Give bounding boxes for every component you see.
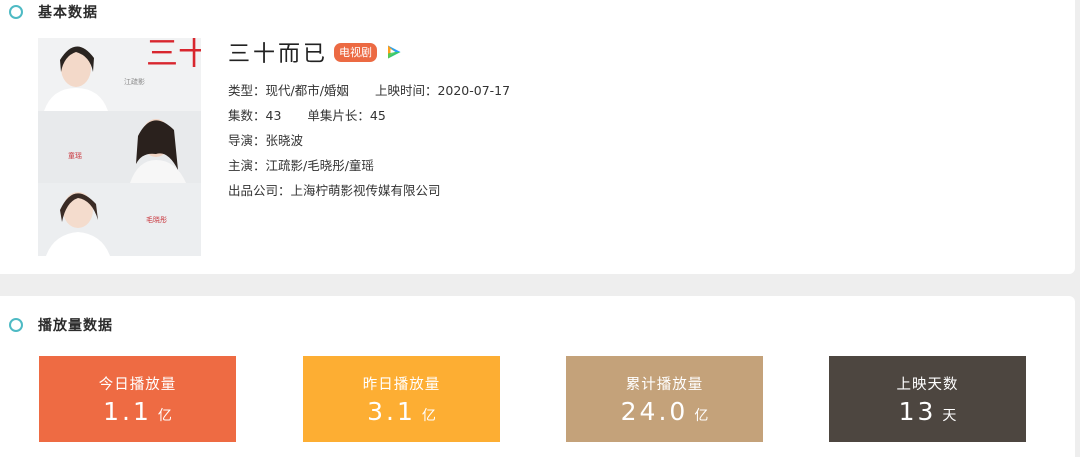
stat-value: 13 bbox=[898, 397, 937, 426]
stat-value: 1.1 bbox=[103, 397, 152, 426]
section-title: 播放量数据 bbox=[38, 318, 113, 334]
stat-label: 昨日播放量 bbox=[362, 377, 441, 393]
stat-unit: 亿 bbox=[157, 408, 172, 424]
info-row-genre-release: 类型：现代/都市/婚姻 上映时间：2020-07-17 bbox=[228, 78, 510, 103]
info-row-episodes: 集数：43 单集片长：45 bbox=[228, 103, 510, 128]
drama-title: 三十而已 bbox=[228, 42, 329, 67]
stat-card-yesterday[interactable]: 昨日播放量 3.1 亿 bbox=[303, 356, 500, 442]
director-text: 导演：张晓波 bbox=[228, 133, 304, 148]
info-row-director: 导演：张晓波 bbox=[228, 128, 510, 153]
stat-label: 上映天数 bbox=[896, 377, 959, 393]
stat-unit: 天 bbox=[942, 408, 957, 424]
stat-value: 24.0 bbox=[620, 397, 689, 426]
tencent-video-play-icon[interactable] bbox=[386, 44, 402, 60]
production-company-text: 出品公司：上海柠萌影视传媒有限公司 bbox=[228, 183, 441, 198]
stat-label: 今日播放量 bbox=[98, 377, 177, 393]
drama-info-list: 类型：现代/都市/婚姻 上映时间：2020-07-17 集数：43 单集片长：45 … bbox=[228, 78, 510, 203]
title-row: 三十而已 电视剧 bbox=[228, 36, 402, 68]
drama-poster[interactable]: 三十而已 江疏影 童瑶 毛晓彤 bbox=[38, 38, 201, 256]
genre-text: 类型：现代/都市/婚姻 bbox=[228, 83, 349, 98]
stat-label: 累计播放量 bbox=[625, 377, 704, 393]
stat-unit: 亿 bbox=[694, 408, 709, 424]
ring-icon bbox=[9, 5, 23, 19]
play-count-header: 播放量数据 bbox=[9, 316, 113, 334]
episodes-text: 集数：43 bbox=[228, 108, 282, 123]
cast-text: 主演：江疏影/毛晓彤/童瑶 bbox=[228, 158, 374, 173]
poster-name-3: 毛晓彤 bbox=[146, 215, 167, 224]
stat-value: 3.1 bbox=[367, 397, 416, 426]
stat-card-total[interactable]: 累计播放量 24.0 亿 bbox=[566, 356, 763, 442]
info-row-company: 出品公司：上海柠萌影视传媒有限公司 bbox=[228, 178, 510, 203]
stat-card-today[interactable]: 今日播放量 1.1 亿 bbox=[39, 356, 236, 442]
poster-name-2: 童瑶 bbox=[68, 151, 82, 160]
play-count-panel: 播放量数据 今日播放量 1.1 亿 昨日播放量 3.1 亿 累计播放量 24.0… bbox=[0, 296, 1075, 457]
episode-duration-text: 单集片长：45 bbox=[307, 108, 386, 123]
poster-title-art: 三十而已 bbox=[146, 38, 201, 72]
basic-data-panel: 基本数据 三十而已 江疏影 童瑶 毛晓彤 三十而已 电视剧 bbox=[0, 0, 1075, 274]
poster-image: 三十而已 江疏影 童瑶 毛晓彤 bbox=[38, 38, 201, 256]
stat-card-days-released[interactable]: 上映天数 13 天 bbox=[829, 356, 1026, 442]
type-badge: 电视剧 bbox=[334, 42, 378, 62]
section-title: 基本数据 bbox=[38, 5, 98, 21]
stat-unit: 亿 bbox=[421, 408, 436, 424]
ring-icon bbox=[9, 318, 23, 332]
poster-name-1: 江疏影 bbox=[124, 77, 145, 86]
info-row-cast: 主演：江疏影/毛晓彤/童瑶 bbox=[228, 153, 510, 178]
basic-data-header: 基本数据 bbox=[9, 3, 98, 21]
release-date-text: 上映时间：2020-07-17 bbox=[374, 83, 511, 98]
